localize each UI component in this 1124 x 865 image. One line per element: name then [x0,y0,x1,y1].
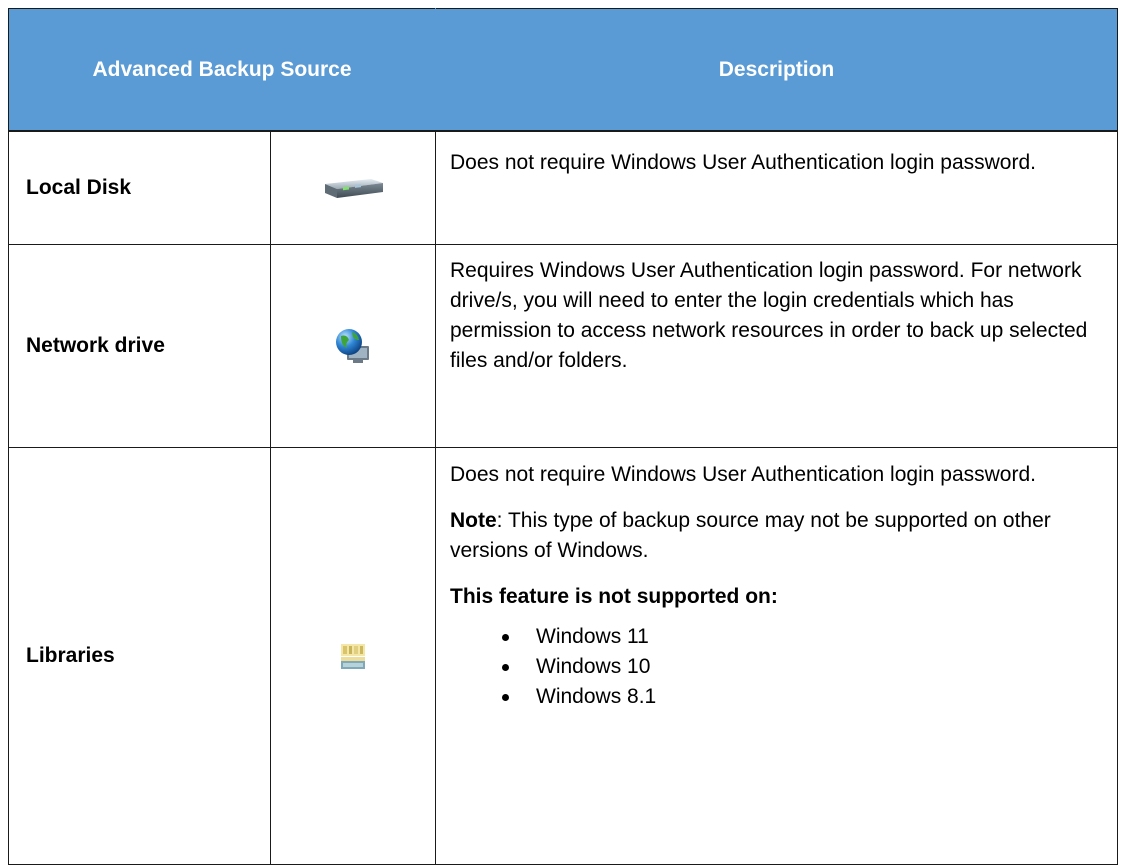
note-text: : This type of backup source may not be … [450,509,1051,562]
source-description: Does not require Windows User Authentica… [450,463,1036,486]
source-name: Network drive [8,244,271,448]
source-description: Requires Windows User Authentication log… [450,259,1088,372]
source-description: Does not require Windows User Authentica… [450,151,1036,174]
source-name: Libraries [8,447,271,865]
list-item: Windows 10 [502,652,1097,682]
network-drive-icon [271,326,435,366]
table-row: Network drive Requires Windows User Auth… [8,244,1118,448]
list-item: Windows 11 [502,622,1097,652]
note-paragraph: Note: This type of backup source may not… [450,506,1097,566]
table-row: Local Disk Does not require Windows User… [8,130,1118,245]
header-advanced-backup-source: Advanced Backup Source [8,8,436,132]
backup-source-table: Advanced Backup Source Description Local… [8,8,1118,865]
note-label: Note [450,509,497,532]
unsupported-heading: This feature is not supported on: [450,585,778,608]
table-row: Libraries Does not require Windows User … [8,447,1118,865]
list-item: Windows 8.1 [502,682,1097,712]
unsupported-list: Windows 11 Windows 10 Windows 8.1 [450,622,1097,712]
header-description: Description [435,8,1118,132]
libraries-icon [271,641,435,671]
source-name: Local Disk [8,130,271,245]
table-header-row: Advanced Backup Source Description [8,8,1118,132]
local-disk-icon [271,176,435,200]
